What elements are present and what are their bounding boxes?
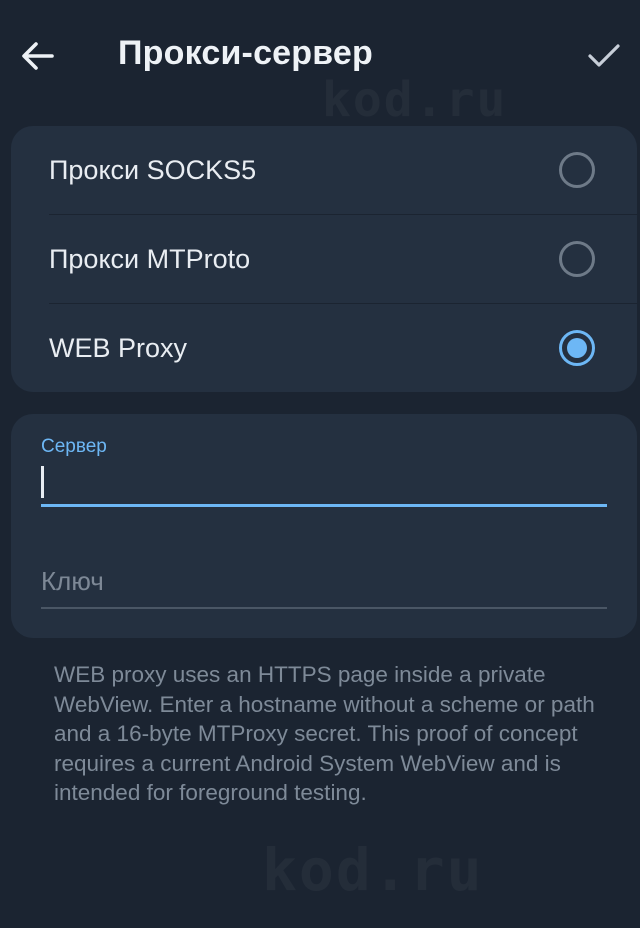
proxy-type-label: Прокси SOCKS5	[49, 155, 257, 185]
page-title: Прокси-сервер	[118, 34, 373, 72]
proxy-fields-card: Сервер Ключ	[11, 414, 637, 638]
web-proxy-info-text: WEB proxy uses an HTTPS page inside a pr…	[54, 662, 595, 805]
proxy-type-card: Прокси SOCKS5 Прокси MTProto WEB Proxy	[11, 126, 637, 392]
proxy-type-mtproto[interactable]: Прокси MTProto	[11, 215, 637, 303]
proxy-settings-screen: kod.ru kod.ru kod.ru Прокси-сервер Прокс…	[0, 0, 640, 928]
back-button[interactable]	[14, 32, 62, 80]
proxy-type-label: WEB Proxy	[49, 333, 188, 363]
key-input[interactable]: Ключ	[41, 566, 104, 597]
radio-unchecked-icon[interactable]	[559, 152, 595, 188]
radio-checked-icon[interactable]	[559, 330, 595, 366]
watermark: kod.ru	[262, 836, 484, 904]
confirm-button[interactable]	[580, 32, 628, 80]
key-input-underline	[41, 607, 607, 609]
proxy-type-socks5[interactable]: Прокси SOCKS5	[11, 126, 637, 214]
proxy-type-label: Прокси MTProto	[49, 244, 251, 274]
server-field-label: Сервер	[41, 436, 107, 457]
server-input-underline	[41, 504, 607, 507]
arrow-left-icon	[22, 42, 54, 70]
radio-unchecked-icon[interactable]	[559, 241, 595, 277]
server-input[interactable]	[41, 460, 607, 506]
checkmark-icon	[588, 44, 620, 67]
app-header: Прокси-сервер	[0, 0, 640, 110]
text-cursor	[41, 466, 44, 498]
proxy-type-web[interactable]: WEB Proxy	[11, 304, 637, 392]
